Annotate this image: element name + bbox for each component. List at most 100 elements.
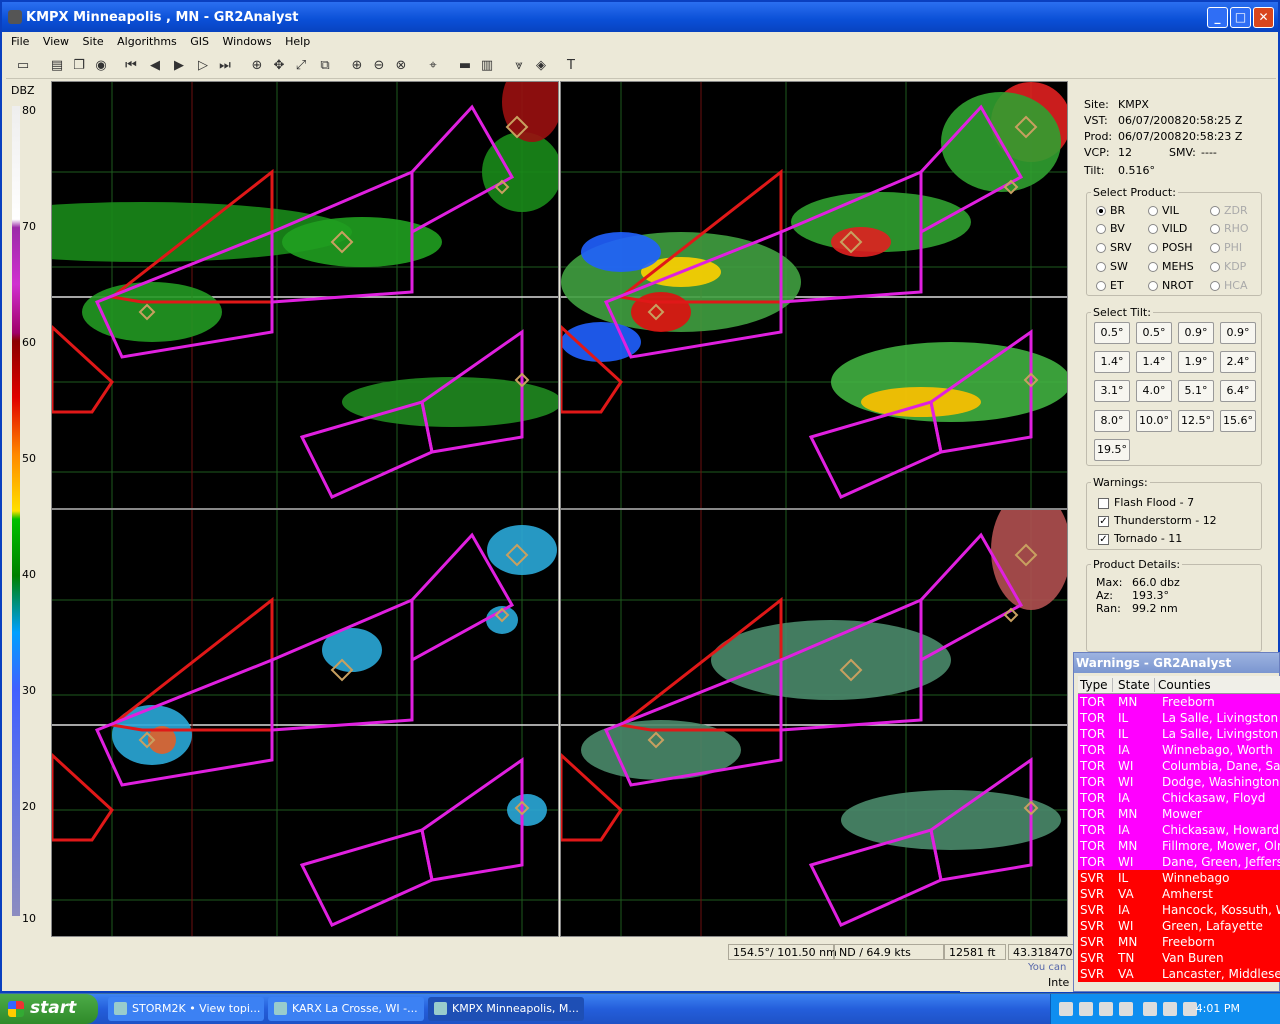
warning-row[interactable]: TOR MN Freeborn (1078, 694, 1280, 710)
radio-posh[interactable]: POSH (1148, 241, 1193, 254)
warning-row[interactable]: TOR WI Dodge, Washington (1078, 774, 1280, 790)
dual-pane-icon[interactable]: ▥ (478, 57, 496, 75)
tray-pen-icon[interactable] (1059, 1002, 1073, 1016)
print-icon[interactable]: ▤ (48, 57, 66, 75)
radio-mehs[interactable]: MEHS (1148, 260, 1194, 273)
tray-help-icon[interactable] (1079, 1002, 1093, 1016)
radar-panel-reflectivity[interactable] (560, 81, 1068, 509)
taskbar-item[interactable]: KMPX Minneapolis, M... (428, 997, 584, 1021)
menu-algorithms[interactable]: Algorithms (112, 32, 182, 51)
close-button[interactable]: ✕ (1253, 7, 1274, 28)
warning-row[interactable]: SVR IL Winnebago (1078, 870, 1280, 886)
zoom-reset-icon[interactable]: ⊗ (392, 57, 410, 75)
tilt-button[interactable]: 19.5° (1094, 439, 1130, 461)
record-icon[interactable]: ◉ (92, 57, 110, 75)
warnings-window[interactable]: Warnings - GR2Analyst Type State Countie… (1073, 652, 1280, 992)
radar-panel-composite[interactable] (560, 509, 1068, 937)
tilt-button[interactable]: 0.5° (1094, 322, 1130, 344)
warning-row[interactable]: TOR WI Dane, Green, Jeffers (1078, 854, 1280, 870)
menu-view[interactable]: View (38, 32, 74, 51)
warning-row[interactable]: TOR IA Chickasaw, Floyd (1078, 790, 1280, 806)
warning-row[interactable]: SVR IA Hancock, Kossuth, W (1078, 902, 1280, 918)
warning-row[interactable]: SVR TN Van Buren (1078, 950, 1280, 966)
layers-icon[interactable]: ⧉ (316, 57, 334, 75)
tornado-checkbox[interactable]: ✓ Tornado - 11 (1098, 532, 1182, 545)
pin-icon[interactable]: ⌖ (424, 57, 442, 75)
copy-icon[interactable]: ❐ (70, 57, 88, 75)
menu-windows[interactable]: Windows (218, 32, 277, 51)
tilt-button[interactable]: 1.4° (1094, 351, 1130, 373)
last-frame-icon[interactable]: ⏭ (216, 57, 234, 75)
minimize-button[interactable]: _ (1207, 7, 1228, 28)
first-frame-icon[interactable]: ⏮ (122, 57, 140, 75)
flash-flood-checkbox[interactable]: Flash Flood - 7 (1098, 496, 1194, 509)
menu-site[interactable]: Site (78, 32, 109, 51)
radar-map-br[interactable] (561, 510, 1068, 937)
start-button[interactable]: start (0, 994, 98, 1024)
tilt-button[interactable]: 10.0° (1136, 410, 1172, 432)
tilt-button[interactable]: 0.9° (1220, 322, 1256, 344)
warning-row[interactable]: SVR VA Amherst (1078, 886, 1280, 902)
tilt-button[interactable]: 0.5° (1136, 322, 1172, 344)
warning-row[interactable]: TOR IA Chickasaw, Howard (1078, 822, 1280, 838)
zoom-in-icon[interactable]: ⊕ (348, 57, 366, 75)
taskbar-item[interactable]: KARX La Crosse, WI -... (268, 997, 424, 1021)
text-tool-icon[interactable]: T (562, 57, 580, 75)
tilt-button[interactable]: 4.0° (1136, 380, 1172, 402)
menu-help[interactable]: Help (280, 32, 315, 51)
tilt-button[interactable]: 5.1° (1178, 380, 1214, 402)
warning-row[interactable]: TOR IL La Salle, Livingston (1078, 710, 1280, 726)
diamond-icon[interactable]: ◈ (532, 57, 550, 75)
menu-gis[interactable]: GIS (185, 32, 214, 51)
warning-row[interactable]: TOR WI Columbia, Dane, Sau (1078, 758, 1280, 774)
warning-row[interactable]: SVR VA Lancaster, Middlesex (1078, 966, 1280, 982)
tray-network-icon[interactable] (1143, 1002, 1157, 1016)
filter-icon[interactable]: ⩔ (510, 57, 528, 75)
tilt-button[interactable]: 1.9° (1178, 351, 1214, 373)
thunderstorm-checkbox[interactable]: ✓ Thunderstorm - 12 (1098, 514, 1217, 527)
radio-br[interactable]: BR (1096, 204, 1125, 217)
tray-volume-icon[interactable] (1163, 1002, 1177, 1016)
tilt-button[interactable]: 6.4° (1220, 380, 1256, 402)
warnings-window-title[interactable]: Warnings - GR2Analyst (1074, 653, 1279, 673)
single-pane-icon[interactable]: ▬ (456, 57, 474, 75)
tilt-button[interactable]: 8.0° (1094, 410, 1130, 432)
radio-nrot[interactable]: NROT (1148, 279, 1193, 292)
tilt-button[interactable]: 0.9° (1178, 322, 1214, 344)
radio-et[interactable]: ET (1096, 279, 1124, 292)
taskbar-item[interactable]: STORM2K • View topi... (108, 997, 264, 1021)
tray-arrow-icon[interactable] (1119, 1002, 1133, 1016)
warning-row[interactable]: TOR MN Mower (1078, 806, 1280, 822)
radar-map-tl[interactable] (52, 82, 559, 509)
tilt-button[interactable]: 12.5° (1178, 410, 1214, 432)
radio-vild[interactable]: VILD (1148, 222, 1187, 235)
radar-panel-velocity[interactable] (51, 81, 559, 509)
radio-vil[interactable]: VIL (1148, 204, 1179, 217)
radio-srv[interactable]: SRV (1096, 241, 1132, 254)
line-tool-icon[interactable]: ⤢ (292, 57, 310, 75)
step-back-icon[interactable]: ◀ (146, 57, 164, 75)
tilt-button[interactable]: 2.4° (1220, 351, 1256, 373)
zoom-out-icon[interactable]: ⊖ (370, 57, 388, 75)
open-icon[interactable]: ▭ (14, 57, 32, 75)
radar-map-tr[interactable] (561, 82, 1068, 509)
radar-panel-hail[interactable] (51, 509, 559, 937)
warning-row[interactable]: SVR MN Freeborn (1078, 934, 1280, 950)
step-forward-icon[interactable]: ▷ (194, 57, 212, 75)
col-state[interactable]: State (1118, 678, 1155, 692)
tilt-button[interactable]: 15.6° (1220, 410, 1256, 432)
col-type[interactable]: Type (1080, 678, 1113, 692)
warning-row[interactable]: TOR MN Fillmore, Mower, Olm (1078, 838, 1280, 854)
warning-row[interactable]: TOR IL La Salle, Livingston (1078, 726, 1280, 742)
pan-icon[interactable]: ✥ (270, 57, 288, 75)
title-bar[interactable]: KMPX Minneapolis , MN - GR2Analyst _ □ ✕ (2, 2, 1278, 32)
warning-row[interactable]: SVR WI Green, Lafayette (1078, 918, 1280, 934)
tray-edit-icon[interactable] (1099, 1002, 1113, 1016)
radar-map-bl[interactable] (52, 510, 559, 937)
maximize-button[interactable]: □ (1230, 7, 1251, 28)
col-counties[interactable]: Counties (1158, 678, 1215, 692)
menu-file[interactable]: File (6, 32, 34, 51)
tilt-button[interactable]: 3.1° (1094, 380, 1130, 402)
zoom-icon[interactable]: ⊕ (248, 57, 266, 75)
play-icon[interactable]: ▶ (170, 57, 188, 75)
